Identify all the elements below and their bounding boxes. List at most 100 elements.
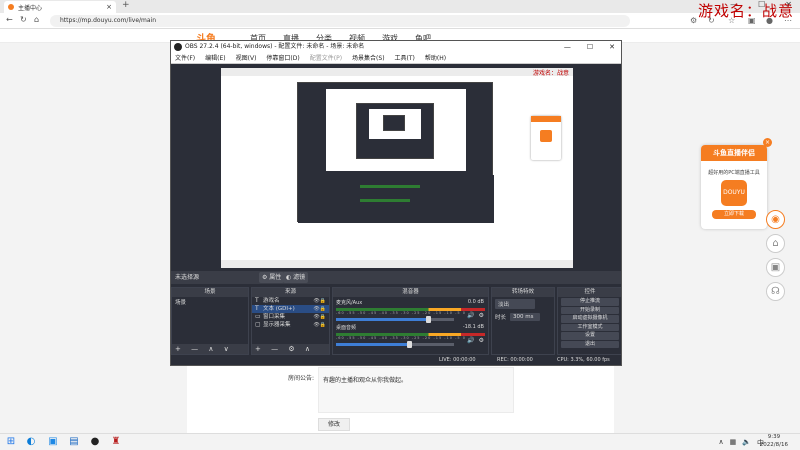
source-item[interactable]: T 文本 (GDI+) 👁🔒 <box>252 305 329 313</box>
exit-button[interactable]: 退出 <box>561 340 619 348</box>
display-capture-icon: ▢ <box>255 321 261 328</box>
new-tab-button[interactable]: + <box>122 0 130 10</box>
edit-button[interactable]: 修改 <box>318 418 350 431</box>
mixer-track-db: 0.0 dB <box>467 299 484 305</box>
refresh-icon[interactable]: ↻ <box>20 15 27 24</box>
obs-menubar: 文件(F) 编辑(E) 视图(V) 停靠窗口(D) 配置文件(P) 场景集合(S… <box>171 53 621 64</box>
explorer-icon[interactable]: ▤ <box>68 436 80 448</box>
speaker-icon[interactable]: 🔊 <box>467 337 474 344</box>
menu-file[interactable]: 文件(F) <box>175 53 195 63</box>
menu-tools[interactable]: 工具(T) <box>395 53 415 63</box>
windows-start-icon[interactable]: ⊞ <box>5 436 17 448</box>
address-bar[interactable]: https://mp.douyu.com/live/main <box>50 15 630 27</box>
transitions-dock-title: 转场特效 <box>492 288 554 297</box>
window-capture-icon: ▭ <box>255 313 261 320</box>
chevron-up-icon[interactable]: ∧ <box>719 438 724 448</box>
scene-item[interactable]: 场景 <box>172 297 248 307</box>
obs-logo-icon <box>174 43 182 51</box>
visibility-lock-icon[interactable]: 👁🔒 <box>313 297 326 305</box>
mixer-track-db: -18.1 dB <box>462 324 484 330</box>
home-icon[interactable]: ⌂ <box>34 15 39 24</box>
menu-help[interactable]: 帮助(H) <box>425 53 446 63</box>
source-item[interactable]: ▢ 显示器采集 👁🔒 <box>252 321 329 329</box>
stop-streaming-button[interactable]: 停止推流 <box>561 298 619 306</box>
start-virtual-camera-button[interactable]: 启动虚拟摄像机 <box>561 315 619 323</box>
source-name: 游戏名 <box>263 298 280 304</box>
speaker-icon[interactable]: 🔊 <box>467 312 474 319</box>
gear-icon[interactable]: ⚙ <box>479 312 484 319</box>
captured-taskbar <box>221 260 573 268</box>
scenes-footer-buttons[interactable]: + — ∧ ∨ <box>172 344 248 354</box>
download-button[interactable]: 立即下载 <box>712 210 756 219</box>
duration-input[interactable]: 300 ms <box>510 313 541 321</box>
promo-card[interactable]: 斗鱼直播伴侣 超好用的PC端直播工具 DOUYU 立即下载 <box>701 145 767 229</box>
network-icon[interactable]: ▦ <box>730 438 737 448</box>
source-name: 文本 (GDI+) <box>263 306 295 312</box>
game-taskbar-icon[interactable]: ♜ <box>110 436 122 448</box>
notice-label: 房间公告: <box>288 375 315 382</box>
transition-select[interactable]: 淡出 <box>495 299 535 309</box>
scenes-dock: 场景 场景 + — ∧ ∨ <box>171 287 249 355</box>
maximize-button[interactable]: ☐ <box>587 41 593 53</box>
promo-title: 斗鱼直播伴侣 <box>701 145 767 161</box>
source-item[interactable]: ▭ 窗口采集 👁🔒 <box>252 313 329 321</box>
live-status: LIVE: 00:00:00 <box>439 357 476 363</box>
menu-docks[interactable]: 停靠窗口(D) <box>266 53 299 63</box>
rec-status: REC: 00:00:00 <box>497 357 533 363</box>
visibility-lock-icon[interactable]: 👁🔒 <box>313 313 326 321</box>
menu-profile[interactable]: 配置文件(P) <box>310 53 342 63</box>
gear-icon[interactable]: ⚙ <box>479 337 484 344</box>
app-store-icon[interactable]: ▣ <box>47 436 59 448</box>
captured-meter <box>360 199 410 202</box>
scenes-dock-title: 场景 <box>172 288 248 297</box>
browser-tabbar: 主播中心 × + — ☐ ✕ <box>0 0 800 13</box>
extensions-icon[interactable]: ⚙ <box>690 16 697 25</box>
controls-dock: 控件 停止推流 开始录制 启动虚拟摄像机 工作室模式 设置 退出 <box>557 287 621 355</box>
transition-type-row: 淡出 <box>492 297 554 311</box>
controls-dock-title: 控件 <box>558 288 621 297</box>
source-item[interactable]: T 游戏名 👁🔒 <box>252 297 329 305</box>
volume-icon[interactable]: 🔈 <box>742 438 751 448</box>
back-icon[interactable]: ← <box>6 15 13 24</box>
headset-icon[interactable]: ☊ <box>766 282 785 301</box>
live-icon[interactable]: ◉ <box>766 210 785 229</box>
taskbar-clock[interactable]: 9:39 2022/8/16 <box>760 434 788 449</box>
visibility-lock-icon[interactable]: 👁🔒 <box>313 321 326 329</box>
volume-slider[interactable] <box>336 341 454 348</box>
menu-view[interactable]: 视图(V) <box>236 53 257 63</box>
captured-obs-window <box>297 82 494 223</box>
obs-titlebar[interactable]: OBS 27.2.4 (64-bit, windows) - 配置文件: 未命名… <box>171 41 621 53</box>
app-icon[interactable]: ▣ <box>766 258 785 277</box>
browser-tab[interactable]: 主播中心 × <box>4 1 116 13</box>
volume-slider-knob[interactable] <box>407 341 413 348</box>
home-icon[interactable]: ⌂ <box>766 234 785 253</box>
douyu-favicon-icon <box>8 4 14 10</box>
captured-obs-deepest <box>383 115 405 131</box>
menu-scene-collection[interactable]: 场景集合(S) <box>352 53 385 63</box>
edge-browser-icon[interactable]: ◐ <box>25 436 37 448</box>
visibility-lock-icon[interactable]: 👁🔒 <box>313 305 326 313</box>
obs-window[interactable]: OBS 27.2.4 (64-bit, windows) - 配置文件: 未命名… <box>170 40 622 366</box>
clock-time: 9:39 <box>767 434 781 440</box>
close-icon[interactable]: × <box>106 3 112 11</box>
obs-taskbar-icon[interactable]: ● <box>89 436 101 448</box>
minimize-button[interactable]: — <box>564 41 571 53</box>
cpu-status: CPU: 3.3%, 60.00 fps <box>557 357 610 363</box>
filters-button[interactable]: ◐ 滤镜 <box>283 272 309 283</box>
volume-slider[interactable] <box>336 316 454 323</box>
menu-edit[interactable]: 编辑(E) <box>205 53 225 63</box>
mixer-track-mic: 麦克风/Aux 0.0 dB -60 -55 -50 -45 -40 -35 -… <box>333 297 488 323</box>
sources-dock: 来源 T 游戏名 👁🔒 T 文本 (GDI+) 👁🔒 ▭ 窗口采集 👁🔒 ▢ 显… <box>251 287 330 363</box>
notice-textarea[interactable]: 有趣的主播和观众从你我做起。 <box>318 367 514 413</box>
clock-date: 2022/8/16 <box>759 441 788 448</box>
properties-button[interactable]: ⚙ 属性 <box>259 272 285 283</box>
sources-footer-buttons[interactable]: + — ⚙ ∧ ∨ <box>252 344 329 363</box>
obs-preview-canvas[interactable]: 游戏名：战意 <box>221 68 573 268</box>
studio-mode-button[interactable]: 工作室模式 <box>561 323 619 331</box>
start-recording-button[interactable]: 开始录制 <box>561 306 619 314</box>
close-icon[interactable]: × <box>763 138 772 147</box>
close-button[interactable]: ✕ <box>609 41 615 53</box>
settings-button[interactable]: 设置 <box>561 332 619 340</box>
audio-mixer-dock: 混音器 麦克风/Aux 0.0 dB -60 -55 -50 -45 -40 -… <box>332 287 489 355</box>
transitions-dock: 转场特效 淡出 时长 300 ms <box>491 287 555 355</box>
